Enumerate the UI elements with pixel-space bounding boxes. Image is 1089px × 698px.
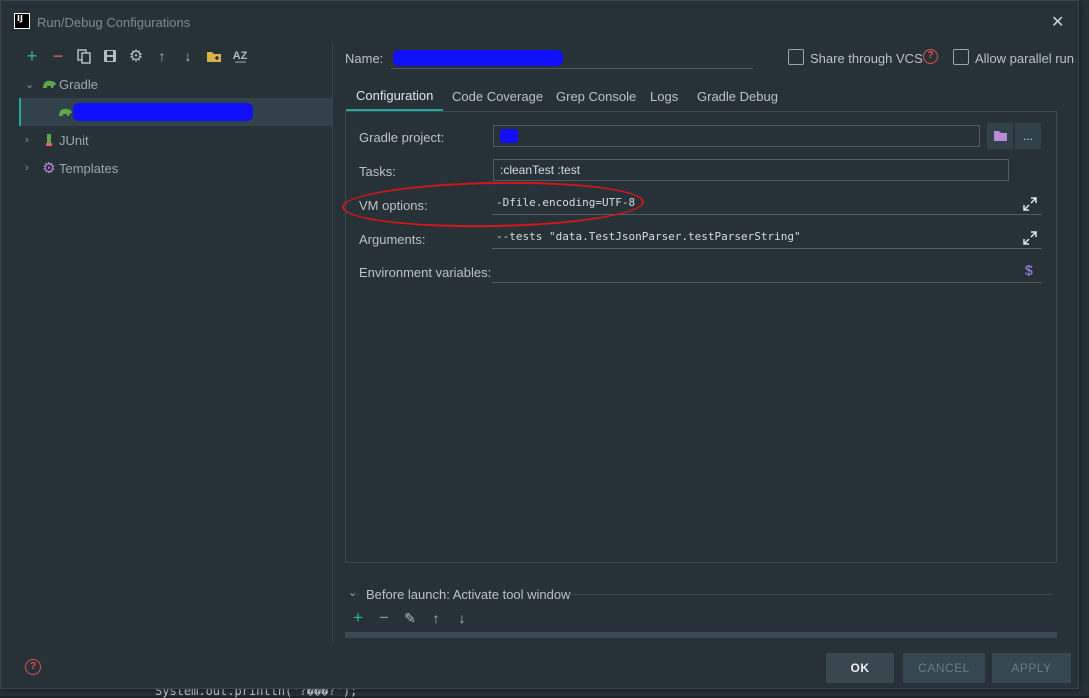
- tree-item-gradle[interactable]: ⌄ Gradle: [19, 70, 333, 98]
- move-down-icon[interactable]: ↓: [179, 47, 197, 65]
- add-icon[interactable]: +: [23, 46, 41, 66]
- before-launch-list: [345, 632, 1057, 638]
- tree-item-label: Gradle: [59, 76, 99, 92]
- allow-parallel-label: Allow parallel run: [975, 51, 1074, 66]
- gradle-elephant-icon: [41, 76, 57, 92]
- env-vars-input[interactable]: [492, 259, 1042, 283]
- config-tree-panel: + − ⚙ ↑ ↓ A͟Z ⌄ Gradle › JUnit › ⚙ Templ…: [19, 43, 333, 643]
- chevron-right-icon[interactable]: ›: [25, 162, 29, 174]
- apply-button[interactable]: APPLY: [992, 653, 1071, 683]
- tab-gradle-debug[interactable]: Gradle Debug: [687, 81, 788, 111]
- tree-item-label: JUnit: [59, 132, 89, 148]
- name-input[interactable]: [391, 47, 753, 69]
- gradle-project-input[interactable]: [493, 125, 980, 147]
- redacted-name-value: [393, 50, 563, 66]
- allow-parallel-checkbox[interactable]: [953, 49, 969, 65]
- move-down-icon[interactable]: ↓: [453, 609, 471, 627]
- ok-button[interactable]: OK: [826, 653, 894, 683]
- tab-grep-console[interactable]: Grep Console: [546, 81, 646, 111]
- vm-options-label: VM options:: [359, 198, 428, 213]
- remove-icon[interactable]: −: [49, 46, 67, 66]
- remove-icon[interactable]: −: [375, 608, 393, 627]
- add-icon[interactable]: +: [349, 608, 367, 627]
- expand-icon[interactable]: [1023, 231, 1037, 245]
- title-bar: IJ Run/Debug Configurations ✕: [1, 1, 1078, 43]
- tree-item-redacted-config[interactable]: [19, 98, 333, 126]
- before-launch-label[interactable]: Before launch: Activate tool window: [366, 587, 571, 602]
- name-label: Name:: [345, 51, 384, 66]
- move-up-icon[interactable]: ↑: [427, 609, 445, 627]
- configuration-panel: Gradle project: ... Tasks: :cleanTest :t…: [345, 111, 1057, 563]
- tasks-input[interactable]: :cleanTest :test: [493, 159, 1009, 181]
- gradle-elephant-icon: [57, 104, 73, 120]
- tab-code-coverage[interactable]: Code Coverage: [442, 81, 553, 111]
- share-vcs-checkbox[interactable]: [788, 49, 804, 65]
- tasks-label: Tasks:: [359, 164, 396, 179]
- redacted-config-name: [73, 103, 253, 121]
- expand-icon[interactable]: [1023, 197, 1037, 211]
- chevron-down-icon[interactable]: ⌄: [25, 78, 34, 91]
- arguments-label: Arguments:: [359, 232, 426, 247]
- settings-icon[interactable]: ⚙: [127, 47, 145, 65]
- share-vcs-label: Share through VCS: [810, 51, 923, 66]
- tree-item-label: Templates: [59, 160, 119, 176]
- intellij-logo-icon: IJ: [14, 13, 30, 29]
- save-icon[interactable]: [101, 47, 119, 65]
- dollar-icon[interactable]: $: [1025, 262, 1033, 278]
- arguments-input[interactable]: --tests "data.TestJsonParser.testParserS…: [492, 225, 1042, 249]
- cancel-button[interactable]: CANCEL: [903, 653, 985, 683]
- env-vars-label: Environment variables:: [359, 265, 492, 280]
- sort-alpha-icon[interactable]: A͟Z: [231, 47, 249, 65]
- before-launch-toolbar: + − ✎ ↑ ↓: [345, 608, 1057, 631]
- tree-item-junit[interactable]: › JUnit: [19, 126, 333, 154]
- folder-add-icon[interactable]: [205, 47, 223, 65]
- tree-item-templates[interactable]: › ⚙ Templates: [19, 154, 333, 182]
- help-icon[interactable]: ?: [25, 659, 41, 675]
- divider: [567, 594, 1053, 595]
- tab-logs[interactable]: Logs: [640, 81, 688, 111]
- run-debug-dialog: IJ Run/Debug Configurations ✕ + − ⚙ ↑ ↓ …: [0, 0, 1079, 689]
- junit-icon: [41, 132, 57, 148]
- redacted-project-value: [500, 129, 518, 143]
- close-icon[interactable]: ✕: [1051, 12, 1064, 32]
- tree-toolbar: + − ⚙ ↑ ↓ A͟Z: [19, 43, 333, 69]
- wrench-gear-icon: ⚙: [42, 160, 56, 177]
- before-launch-section: ⌄ Before launch: Activate tool window: [345, 585, 1057, 605]
- edit-pencil-icon[interactable]: ✎: [401, 609, 419, 627]
- window-title: Run/Debug Configurations: [37, 15, 191, 30]
- copy-icon[interactable]: [75, 47, 93, 65]
- chevron-right-icon[interactable]: ›: [25, 134, 29, 146]
- move-up-icon[interactable]: ↑: [153, 47, 171, 65]
- gradle-project-label: Gradle project:: [359, 130, 445, 145]
- tab-configuration[interactable]: Configuration: [346, 81, 444, 111]
- help-icon[interactable]: ?: [923, 49, 938, 64]
- vm-options-input[interactable]: -Dfile.encoding=UTF-8: [492, 191, 1042, 215]
- config-tabs: Configuration Code Coverage Grep Console…: [345, 81, 1057, 111]
- browse-folder-button[interactable]: [987, 123, 1013, 149]
- more-options-button[interactable]: ...: [1015, 123, 1041, 149]
- chevron-down-icon[interactable]: ⌄: [348, 586, 357, 599]
